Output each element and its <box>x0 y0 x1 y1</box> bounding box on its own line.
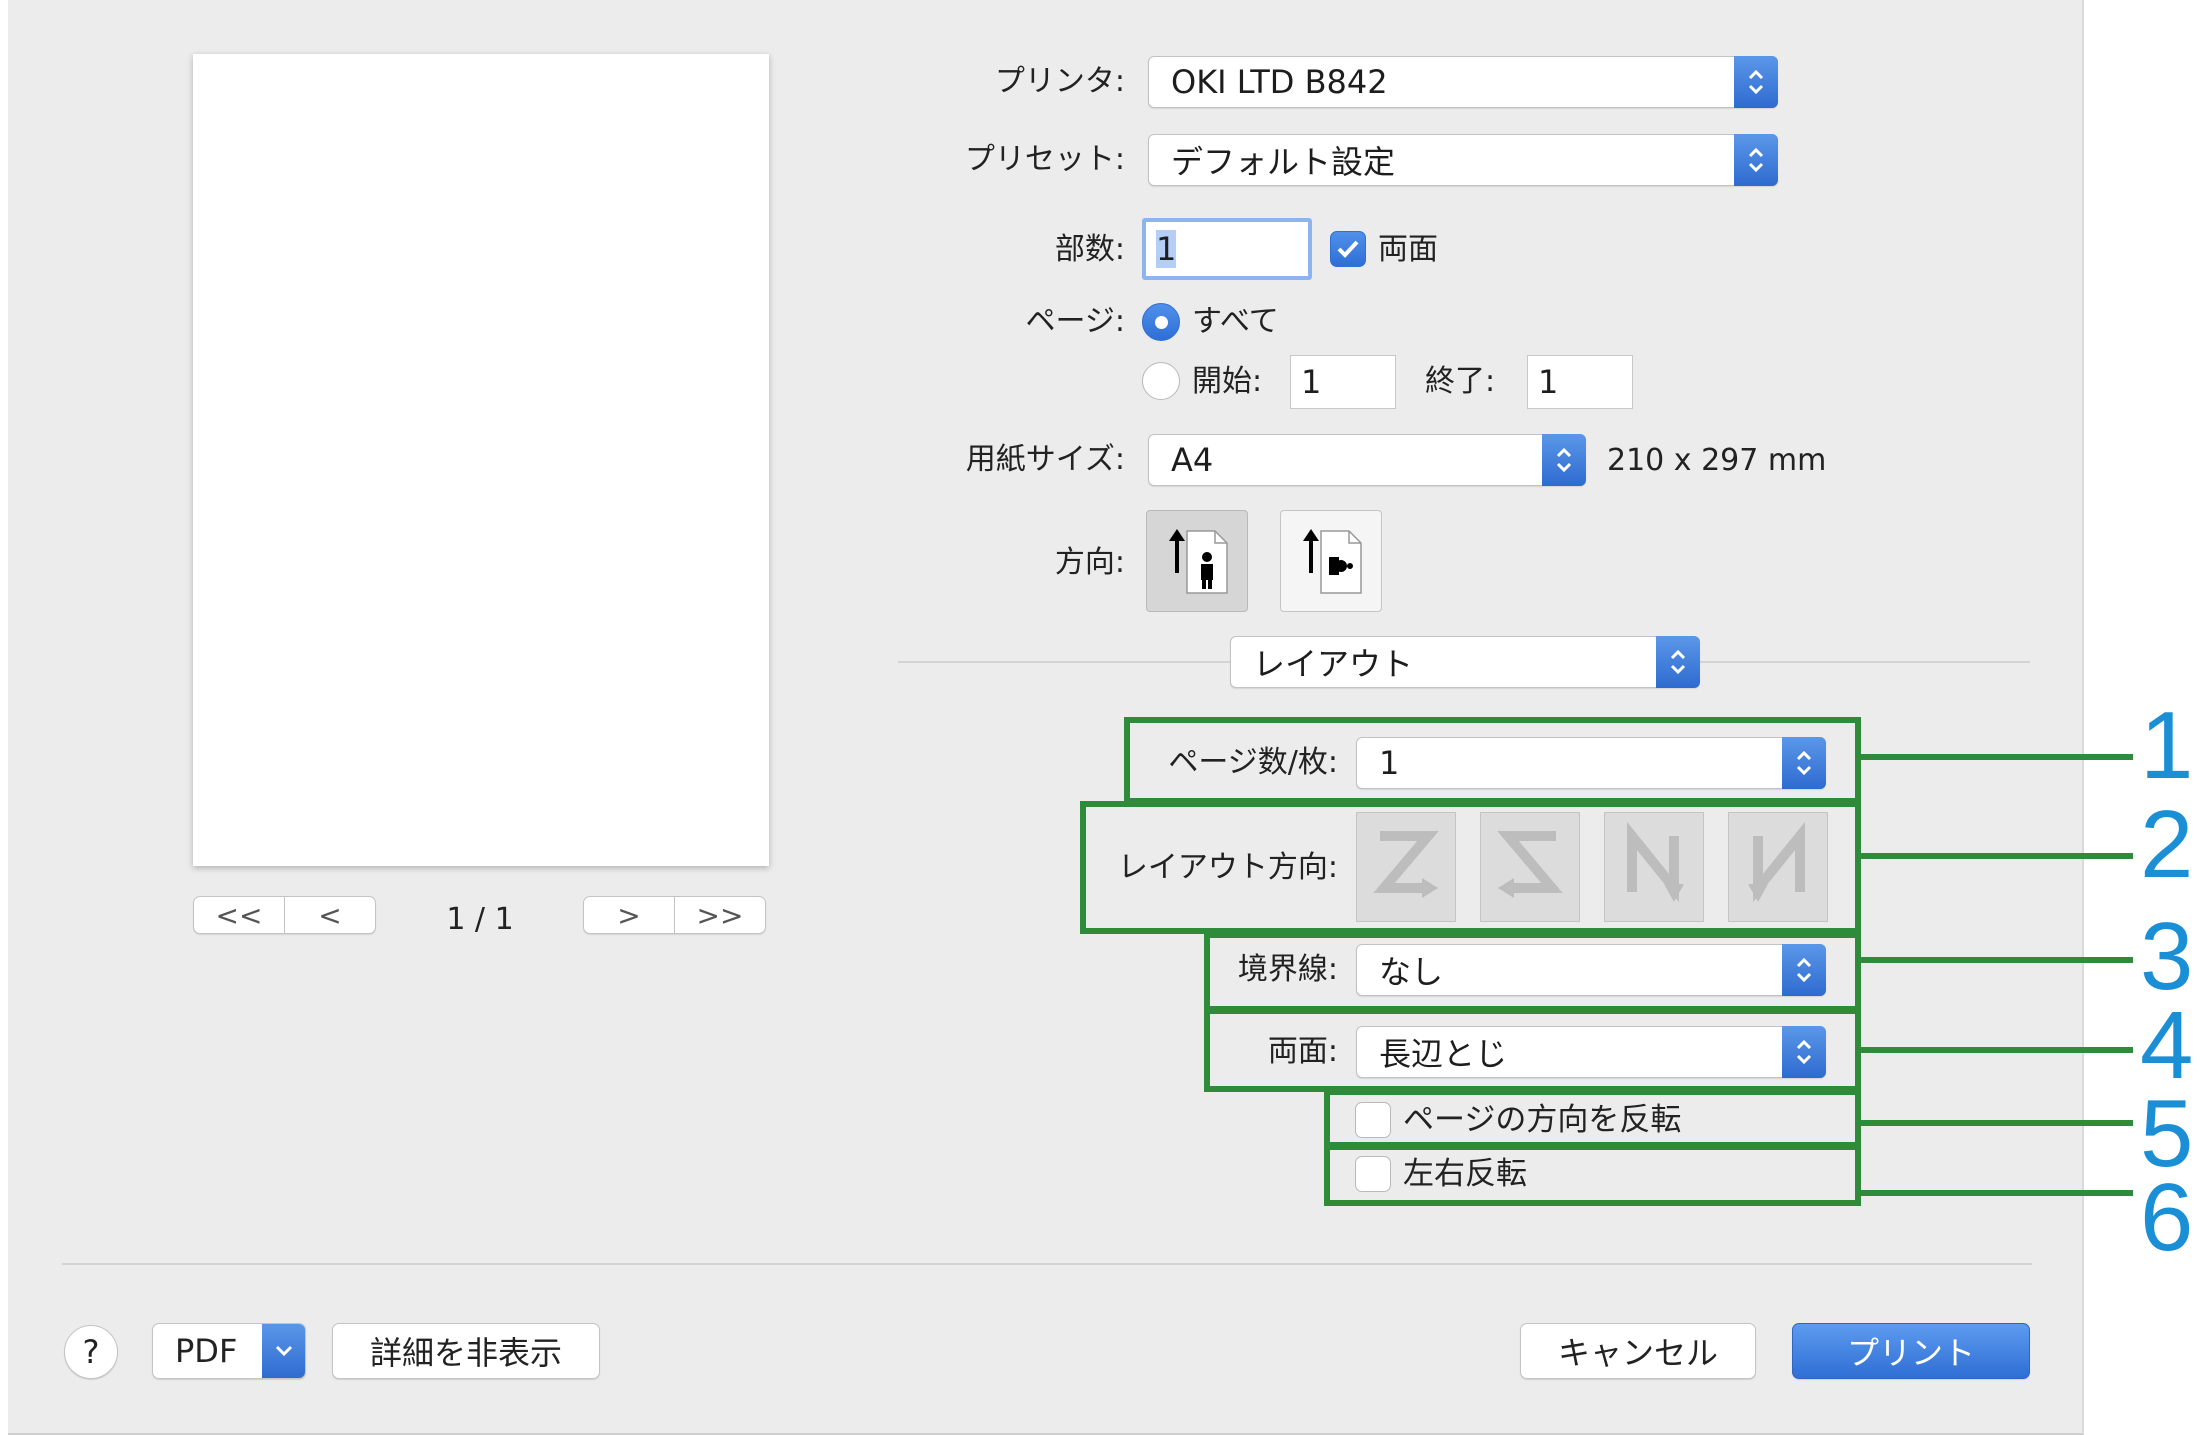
pages-range-radio[interactable] <box>1142 362 1180 400</box>
prev-page-button[interactable]: < <box>284 897 375 933</box>
section-value: レイアウト <box>1253 645 1414 683</box>
page-indicator: 1 / 1 <box>446 902 514 937</box>
preview-nav-forward-group: > >> <box>583 896 766 934</box>
pdf-label: PDF <box>175 1332 238 1370</box>
chevron-updown-icon <box>1656 636 1700 688</box>
callout-line-6 <box>1861 1190 2133 1196</box>
copies-label: 部数: <box>1054 232 1125 267</box>
paper-size-label: 用紙サイズ: <box>965 442 1125 477</box>
page-preview <box>193 54 769 866</box>
callout-line-2 <box>1861 853 2133 859</box>
pages-from-value: 1 <box>1301 363 1322 401</box>
copies-input[interactable]: 1 <box>1142 218 1312 280</box>
chevron-updown-icon <box>1542 434 1586 486</box>
pages-all-label: すべて <box>1192 304 1279 339</box>
section-popup[interactable]: レイアウト <box>1230 636 1700 688</box>
duplex-label: 両面 <box>1378 232 1438 267</box>
first-page-button[interactable]: << <box>194 897 284 933</box>
preset-value: デフォルト設定 <box>1171 143 1396 181</box>
printer-label: プリンタ: <box>994 64 1125 99</box>
pages-to-value: 1 <box>1538 363 1559 401</box>
chevron-updown-icon <box>1734 56 1778 108</box>
landscape-orientation-icon <box>1303 529 1362 594</box>
pages-from-label: 開始: <box>1192 364 1263 399</box>
landscape-button[interactable] <box>1280 510 1382 612</box>
callout-box-6 <box>1324 1144 1861 1206</box>
callout-box-5 <box>1324 1089 1861 1148</box>
callout-box-1 <box>1124 717 1861 804</box>
portrait-orientation-icon <box>1169 529 1228 594</box>
preview-nav-back-group: << < <box>193 896 376 934</box>
callout-box-4 <box>1204 1008 1861 1092</box>
callout-number-3: 3 <box>2140 903 2194 1010</box>
checkmark-icon <box>1337 240 1359 258</box>
callout-number-6: 6 <box>2140 1164 2194 1271</box>
cancel-button[interactable]: キャンセル <box>1520 1323 1756 1379</box>
orientation-label: 方向: <box>1054 545 1125 580</box>
chevron-down-icon <box>262 1324 305 1378</box>
pages-to-label: 終了: <box>1425 364 1496 399</box>
help-button[interactable]: ? <box>64 1325 118 1379</box>
callout-box-3 <box>1204 932 1861 1012</box>
duplex-checkbox[interactable] <box>1330 231 1366 267</box>
callout-box-2 <box>1080 801 1861 934</box>
callout-line-4 <box>1861 1047 2133 1053</box>
printer-value: OKI LTD B842 <box>1171 63 1388 101</box>
callout-line-1 <box>1861 754 2133 760</box>
printer-popup[interactable]: OKI LTD B842 <box>1148 56 1778 108</box>
pages-all-radio[interactable] <box>1142 303 1180 341</box>
paper-dimensions: 210 x 297 mm <box>1607 443 1827 478</box>
pages-from-input[interactable]: 1 <box>1290 355 1396 409</box>
pages-to-input[interactable]: 1 <box>1527 355 1633 409</box>
pages-label: ページ: <box>1025 304 1125 339</box>
callout-line-3 <box>1861 957 2133 963</box>
next-page-button[interactable]: > <box>584 897 674 933</box>
hide-details-button[interactable]: 詳細を非表示 <box>332 1323 600 1379</box>
paper-size-value: A4 <box>1171 441 1214 479</box>
print-button[interactable]: プリント <box>1792 1323 2030 1379</box>
copies-value: 1 <box>1156 230 1177 268</box>
portrait-button[interactable] <box>1146 510 1248 612</box>
last-page-button[interactable]: >> <box>674 897 765 933</box>
preset-label: プリセット: <box>964 142 1125 177</box>
preset-popup[interactable]: デフォルト設定 <box>1148 134 1778 186</box>
callout-line-5 <box>1861 1120 2133 1126</box>
footer-divider <box>62 1263 2032 1265</box>
pdf-menu-button[interactable]: PDF <box>152 1323 306 1379</box>
callout-number-2: 2 <box>2140 791 2194 898</box>
paper-size-popup[interactable]: A4 <box>1148 434 1586 486</box>
chevron-updown-icon <box>1734 134 1778 186</box>
callout-number-1: 1 <box>2140 692 2194 799</box>
